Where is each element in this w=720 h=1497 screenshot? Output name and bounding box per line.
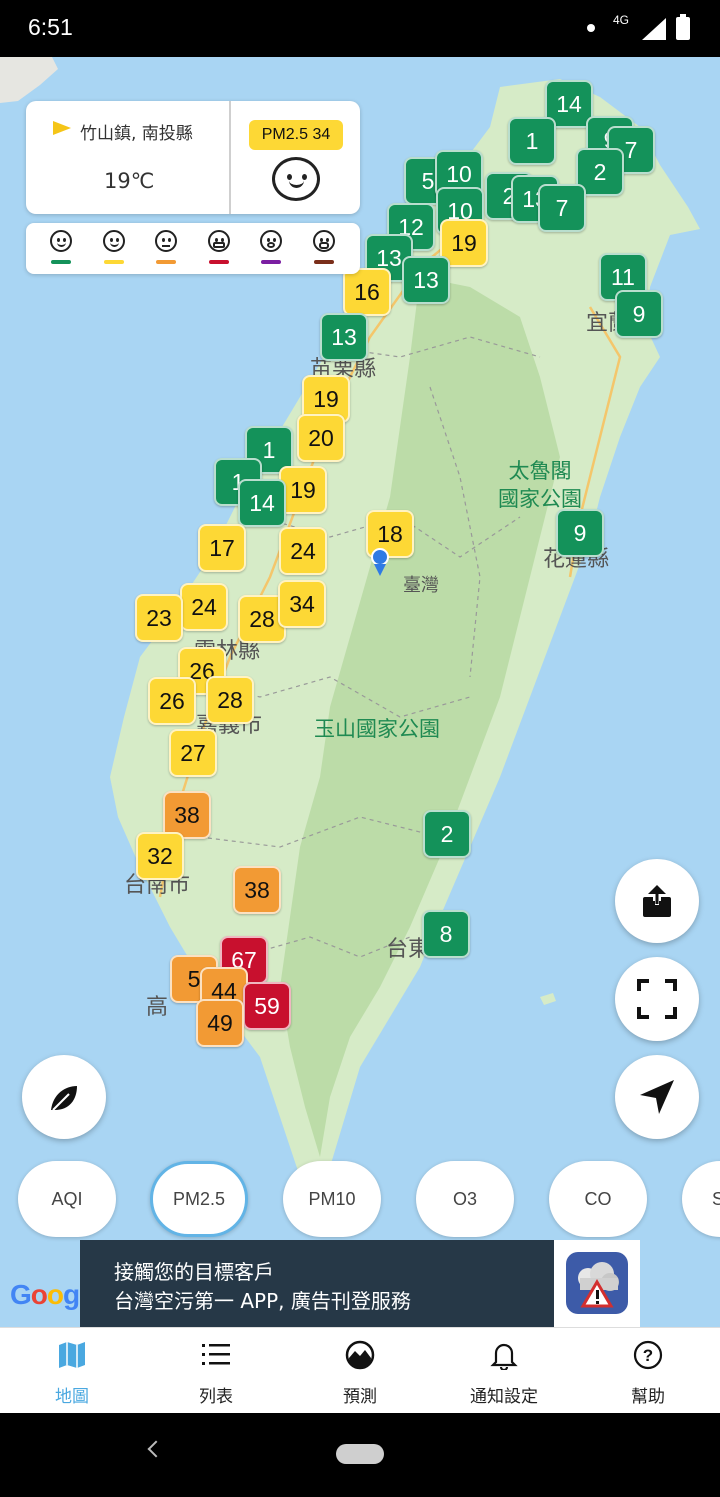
ad-line-1: 接觸您的目標客戶 xyxy=(114,1260,274,1284)
nav-label-list: 列表 xyxy=(199,1387,233,1407)
tab-o3[interactable]: O3 xyxy=(416,1161,514,1237)
station-marker[interactable]: 1 xyxy=(508,117,556,165)
svg-text:?: ? xyxy=(643,1346,653,1365)
bottom-navigation: 地圖 列表 預測 通知設定 ? 幫助 xyxy=(0,1327,720,1413)
tab-pm25[interactable]: PM2.5 xyxy=(150,1161,248,1237)
map-label-taiwan: 臺灣 xyxy=(403,575,439,596)
station-marker[interactable]: 24 xyxy=(279,527,327,575)
station-marker[interactable]: 26 xyxy=(148,677,196,725)
moderate-face-icon xyxy=(272,157,320,201)
location-name: 竹山鎮, 南投縣 xyxy=(80,124,193,144)
network-type: 4G xyxy=(613,13,630,27)
nav-label-notifications: 通知設定 xyxy=(470,1387,538,1407)
good-face-icon xyxy=(46,230,76,270)
back-icon[interactable] xyxy=(147,1440,165,1458)
tab-pm10[interactable]: PM10 xyxy=(283,1161,381,1237)
current-location-card[interactable]: 竹山鎮, 南投縣 19℃ PM2.5 34 xyxy=(26,101,360,214)
map-label-yushan: 玉山國家公園 xyxy=(314,717,440,741)
share-icon xyxy=(643,885,671,917)
current-location-pin-icon xyxy=(374,564,386,576)
station-marker[interactable]: 13 xyxy=(402,256,450,304)
station-marker[interactable]: 9 xyxy=(556,509,604,557)
ad-text-area: 接觸您的目標客戶 台灣空污第一 APP, 廣告刊登服務 xyxy=(80,1240,554,1327)
hazardous-gasmask-icon xyxy=(309,230,339,270)
forecast-icon xyxy=(345,1340,375,1370)
station-marker[interactable]: 49 xyxy=(196,999,244,1047)
tab-co[interactable]: CO xyxy=(549,1161,647,1237)
station-marker[interactable]: 32 xyxy=(136,832,184,880)
pm25-badge: PM2.5 34 xyxy=(249,120,343,150)
station-marker[interactable]: 2 xyxy=(423,810,471,858)
notification-dot-icon xyxy=(587,24,595,32)
fullscreen-icon xyxy=(637,979,677,1019)
system-navigation-bar xyxy=(0,1413,720,1497)
station-marker[interactable]: 38 xyxy=(233,866,281,914)
map-label-taroko: 太魯閣 國家公園 xyxy=(498,459,582,511)
station-marker[interactable]: 59 xyxy=(243,982,291,1030)
station-marker[interactable]: 23 xyxy=(135,594,183,642)
nav-label-help: 幫助 xyxy=(631,1387,665,1407)
station-marker[interactable]: 34 xyxy=(278,580,326,628)
moderate-face-icon xyxy=(99,230,129,270)
app-logo xyxy=(566,1252,628,1314)
nav-item-notifications[interactable]: 通知設定 xyxy=(432,1328,576,1414)
status-time: 6:51 xyxy=(28,14,73,40)
station-marker[interactable]: 28 xyxy=(206,676,254,724)
nav-item-list[interactable]: 列表 xyxy=(144,1328,288,1414)
station-marker[interactable]: 16 xyxy=(343,268,391,316)
leaf-icon xyxy=(51,1086,77,1111)
location-arrow-icon xyxy=(53,121,71,135)
share-button[interactable] xyxy=(615,859,699,943)
station-marker[interactable]: 17 xyxy=(198,524,246,572)
signal-icon xyxy=(642,18,666,40)
nav-label-forecast: 預測 xyxy=(343,1387,377,1407)
station-marker[interactable]: 7 xyxy=(538,184,586,232)
map-icon xyxy=(59,1342,85,1368)
nav-label-map: 地圖 xyxy=(55,1387,89,1407)
station-marker[interactable]: 24 xyxy=(180,583,228,631)
station-marker[interactable]: 20 xyxy=(297,414,345,462)
ad-line-2: 台灣空污第一 APP, 廣告刊登服務 xyxy=(114,1289,411,1313)
station-marker[interactable]: 27 xyxy=(169,729,217,777)
nav-item-help[interactable]: ? 幫助 xyxy=(576,1328,720,1414)
fullscreen-button[interactable] xyxy=(615,957,699,1041)
station-marker[interactable]: 13 xyxy=(320,313,368,361)
very-unhealthy-icon xyxy=(256,230,286,270)
ad-icon-area xyxy=(554,1240,640,1327)
station-marker[interactable]: 8 xyxy=(422,910,470,958)
unhealthy-mask-icon xyxy=(204,230,234,270)
google-logo: Goog xyxy=(10,1279,80,1310)
sensitive-face-icon xyxy=(151,230,181,270)
pollutant-tabs: AQI PM2.5 PM10 O3 CO S xyxy=(0,1161,720,1239)
list-icon xyxy=(202,1344,230,1365)
ad-banner[interactable]: 接觸您的目標客戶 台灣空污第一 APP, 廣告刊登服務 xyxy=(80,1240,640,1327)
nav-item-forecast[interactable]: 預測 xyxy=(288,1328,432,1414)
battery-icon xyxy=(676,14,690,40)
help-icon: ? xyxy=(633,1340,663,1370)
status-bar: 6:51 4G xyxy=(0,0,720,57)
station-marker[interactable]: 19 xyxy=(279,466,327,514)
bell-icon xyxy=(490,1343,518,1370)
tab-so2[interactable]: S xyxy=(682,1161,720,1237)
layers-button[interactable] xyxy=(22,1055,106,1139)
map-view[interactable]: 宜蘭 太魯閣 國家公園 花蓮縣 臺灣 玉山國家公園 苗栗縣 雲林縣 嘉義市 台南… xyxy=(0,57,720,1327)
temperature: 19℃ xyxy=(104,169,155,193)
locate-me-button[interactable] xyxy=(615,1055,699,1139)
card-divider xyxy=(229,101,231,214)
home-pill[interactable] xyxy=(336,1444,384,1464)
navigation-arrow-icon xyxy=(640,1080,674,1114)
station-marker[interactable]: 14 xyxy=(238,479,286,527)
nav-item-map[interactable]: 地圖 xyxy=(0,1328,144,1414)
tab-aqi[interactable]: AQI xyxy=(18,1161,116,1237)
aqi-legend[interactable] xyxy=(26,223,360,274)
station-marker[interactable]: 9 xyxy=(615,290,663,338)
map-label-kaohsiung: 高 xyxy=(146,995,169,1020)
